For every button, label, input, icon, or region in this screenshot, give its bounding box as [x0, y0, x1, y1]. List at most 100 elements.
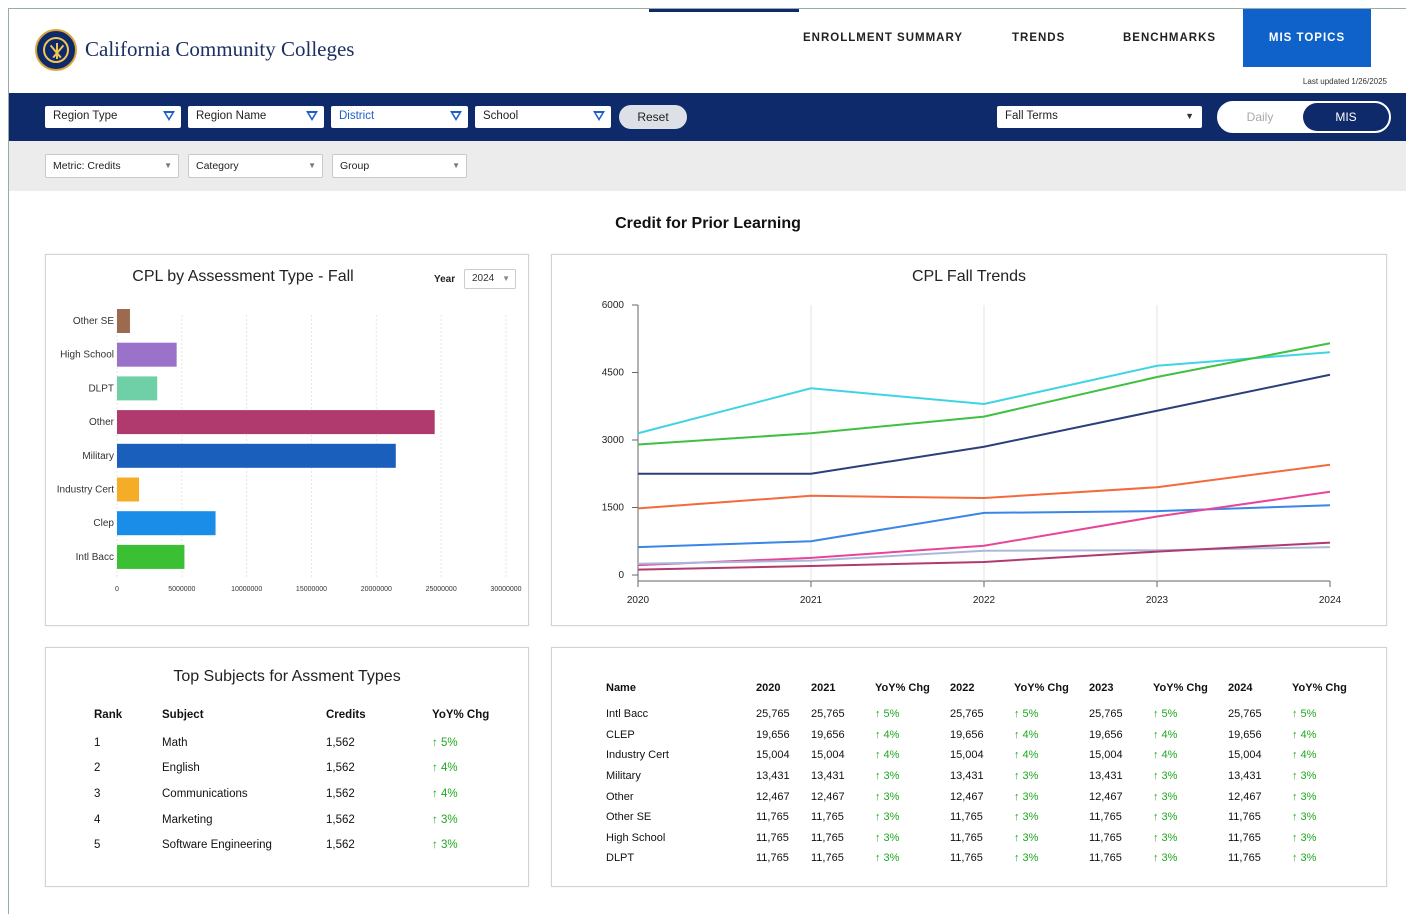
table-row[interactable]: CLEP 19,656 19,656 ↑ 4% 19,656 ↑ 4% 19,656 ↑ 4%…: [606, 725, 1358, 746]
table-row[interactable]: 5 Software Engineering 1,562 ↑ 3%: [94, 832, 494, 858]
bar: [117, 410, 435, 435]
toggle-daily[interactable]: Daily: [1219, 103, 1301, 131]
table-cell: ↑ 3%: [1292, 852, 1317, 865]
table-cell: 13,431: [1089, 770, 1123, 783]
group-dropdown[interactable]: Group ▼: [332, 154, 467, 178]
seal-ring: [43, 37, 69, 63]
table-cell: ↑ 3%: [875, 852, 900, 865]
table-header-row: Name 2020 2021 YoY% Chg 2022 YoY% Chg 2023 YoY%…: [606, 672, 1358, 704]
table-cell: ↑ 3%: [1014, 790, 1039, 803]
table-cell: ↑ 3%: [1014, 831, 1039, 844]
bar-category-label: Industry Cert: [57, 485, 114, 496]
nav-benchmarks[interactable]: BENCHMARKS: [1123, 9, 1216, 67]
table-cell: ↑ 4%: [875, 728, 900, 741]
table-cell: 25,765: [811, 708, 845, 721]
caret-down-icon: ▼: [164, 161, 172, 170]
region-type-dropdown[interactable]: Region Type: [45, 106, 181, 128]
table-cell: 12,467: [950, 790, 984, 803]
toggle-mis[interactable]: MIS: [1303, 103, 1389, 131]
subject-rank: 2: [94, 762, 101, 775]
table-row[interactable]: High School 11,765 11,765 ↑ 3% 11,765 ↑ 3% 11,…: [606, 828, 1358, 849]
caret-down-icon: ▼: [1185, 111, 1194, 121]
reset-button[interactable]: Reset: [619, 105, 687, 129]
subject-rank: 3: [94, 787, 101, 800]
table-cell: ↑ 3%: [1153, 790, 1178, 803]
nav-mis-topics[interactable]: MIS TOPICS: [1243, 9, 1371, 67]
terms-dropdown[interactable]: Fall Terms ▼: [997, 106, 1202, 128]
x-tick-label: 10000000: [231, 586, 262, 593]
table-cell: 11,765: [1089, 831, 1122, 844]
table-cell: ↑ 3%: [1292, 770, 1317, 783]
bar: [117, 443, 396, 468]
region-name-dropdown[interactable]: Region Name: [188, 106, 324, 128]
header-yoy-chg: YoY% Chg: [432, 709, 490, 721]
table-cell: ↑ 3%: [875, 831, 900, 844]
line-chart-panel: CPL Fall Trends 0 1500 3000 4500 6000 2020 202…: [551, 254, 1387, 626]
nav-enrollment-summary[interactable]: ENROLLMENT SUMMARY: [803, 9, 963, 67]
table-cell: 11,765: [950, 852, 983, 865]
table-row[interactable]: Other SE 11,765 11,765 ↑ 3% 11,765 ↑ 3% 11,765…: [606, 807, 1358, 828]
table-cell: ↑ 3%: [1153, 831, 1178, 844]
table-cell: 25,765: [756, 708, 790, 721]
table-cell: ↑ 4%: [1153, 728, 1178, 741]
district-dropdown[interactable]: District: [331, 106, 468, 128]
y-tick-label: 1500: [602, 503, 625, 514]
table-row[interactable]: 3 Communications 1,562 ↑ 4%: [94, 781, 494, 807]
table-cell: ↑ 5%: [1292, 708, 1317, 721]
metric-dropdown[interactable]: Metric: Credits ▼: [45, 154, 179, 178]
table-cell: 13,431: [811, 770, 845, 783]
brand-name[interactable]: California Community Colleges: [85, 37, 354, 62]
table-row[interactable]: Industry Cert 15,004 15,004 ↑ 4% 15,004 ↑ 4% 1…: [606, 745, 1358, 766]
table-cell: 11,765: [756, 831, 789, 844]
table-row[interactable]: DLPT 11,765 11,765 ↑ 3% 11,765 ↑ 3% 11,765 ↑ 3%…: [606, 848, 1358, 869]
table-cell: ↑ 3%: [1153, 811, 1178, 824]
table-cell: ↑ 3%: [1153, 770, 1178, 783]
table-cell: 11,765: [811, 831, 844, 844]
y-tick-label: 4500: [602, 368, 625, 379]
table-cell: ↑ 3%: [1292, 811, 1317, 824]
table-cell: 25,765: [1228, 708, 1262, 721]
table-header-cell: 2023: [1089, 682, 1114, 694]
nav-trends[interactable]: TRENDS: [1012, 9, 1065, 67]
table-header-cell: YoY% Chg: [1153, 682, 1208, 694]
table-row[interactable]: 2 English 1,562 ↑ 4%: [94, 756, 494, 782]
bar-category-label: High School: [60, 350, 114, 361]
table-row[interactable]: Intl Bacc 25,765 25,765 ↑ 5% 25,765 ↑ 5% 25,76…: [606, 704, 1358, 725]
line-chart: 0 1500 3000 4500 6000 2020 2021 2022 2023 2024: [602, 300, 1342, 606]
y-tick-label: 3000: [602, 435, 625, 446]
subject-name: Software Engineering: [162, 839, 272, 852]
table-cell: 19,656: [756, 728, 790, 741]
caret-down-icon: ▼: [452, 161, 460, 170]
header-rank: Rank: [94, 709, 123, 721]
school-dropdown[interactable]: School: [475, 106, 611, 128]
table-cell: 15,004: [756, 749, 790, 762]
detail-table-panel: Name 2020 2021 YoY% Chg 2022 YoY% Chg 2023 YoY%…: [551, 647, 1387, 887]
table-row[interactable]: 1 Math 1,562 ↑ 5%: [94, 730, 494, 756]
table-cell: ↑ 3%: [875, 770, 900, 783]
subject-yoy-chg: ↑ 5%: [432, 736, 458, 749]
table-header-cell: 2020: [756, 682, 781, 694]
terms-label: Fall Terms: [1005, 110, 1058, 122]
subject-name: English: [162, 762, 200, 775]
table-row[interactable]: Military 13,431 13,431 ↑ 3% 13,431 ↑ 3% 13,431…: [606, 766, 1358, 787]
table-row[interactable]: 4 Marketing 1,562 ↑ 3%: [94, 807, 494, 833]
table-cell: ↑ 5%: [1014, 708, 1039, 721]
subject-yoy-chg: ↑ 4%: [432, 762, 458, 775]
table-cell: 25,765: [1089, 708, 1123, 721]
table-cell: ↑ 4%: [1153, 749, 1178, 762]
table-header-cell: YoY% Chg: [1292, 682, 1347, 694]
table-cell: 19,656: [950, 728, 984, 741]
x-tick-label: 5000000: [168, 586, 195, 593]
dropdown-triangle-icon: [450, 111, 462, 121]
table-cell: 11,765: [811, 811, 844, 824]
table-cell: 11,765: [1228, 811, 1261, 824]
x-tick-label: 25000000: [426, 586, 457, 593]
category-dropdown[interactable]: Category ▼: [188, 154, 323, 178]
daily-mis-toggle[interactable]: Daily MIS: [1217, 101, 1391, 133]
row-name: CLEP: [606, 728, 635, 741]
x-tick-label: 2022: [973, 595, 996, 606]
district-label: District: [339, 110, 375, 122]
table-row[interactable]: Other 12,467 12,467 ↑ 3% 12,467 ↑ 3% 12,467 ↑ 3…: [606, 786, 1358, 807]
x-tick-label: 20000000: [361, 586, 392, 593]
table-cell: ↑ 4%: [1014, 728, 1039, 741]
